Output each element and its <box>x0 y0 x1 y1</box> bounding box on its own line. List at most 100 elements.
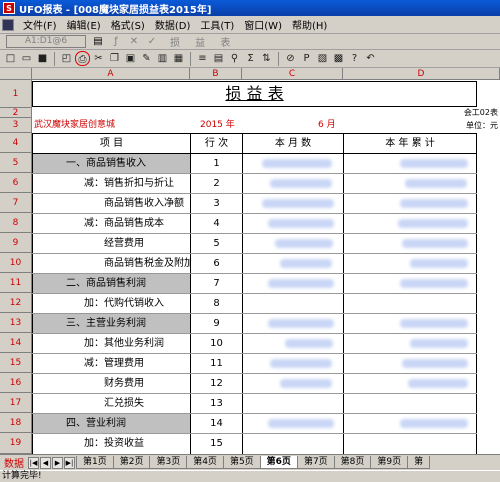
row-header[interactable]: 6 <box>0 173 32 193</box>
item-line[interactable]: 7 <box>191 274 242 293</box>
menu-edit[interactable]: 编辑(E) <box>62 17 106 32</box>
paste-icon[interactable]: ▣ <box>123 51 138 66</box>
report-year[interactable]: 2015 年 <box>200 119 260 132</box>
sort-icon[interactable]: ⇅ <box>259 51 274 66</box>
column-header-b[interactable]: B <box>190 68 242 80</box>
report-month[interactable]: 6 月 <box>318 119 358 132</box>
row-header[interactable]: 1 <box>0 80 32 108</box>
item-line[interactable]: 11 <box>191 354 242 373</box>
sheet-tab[interactable]: 第4页 <box>186 456 224 469</box>
row-header[interactable]: 8 <box>0 213 32 233</box>
confirm-icon[interactable]: ✓ <box>146 36 158 47</box>
sheet-tab[interactable]: 第7页 <box>296 456 335 469</box>
form-number[interactable]: 会工02表 <box>420 108 500 118</box>
copy-icon[interactable]: ❐ <box>107 51 122 66</box>
new-icon[interactable]: □ <box>3 51 18 66</box>
item-label[interactable]: 四、营业利润 <box>66 414 190 433</box>
row-header[interactable]: 12 <box>0 293 32 313</box>
menu-help[interactable]: 帮助(H) <box>287 17 332 32</box>
open-icon[interactable]: ▭ <box>19 51 34 66</box>
item-label[interactable]: 汇兑损失 <box>104 394 190 413</box>
item-label[interactable]: 减：销售折扣与折让 <box>84 174 190 193</box>
row-header[interactable]: 10 <box>0 253 32 273</box>
save-icon[interactable]: ■ <box>35 51 50 66</box>
row-header[interactable]: 14 <box>0 333 32 353</box>
row-header[interactable]: 3 <box>0 118 32 133</box>
item-line[interactable]: 3 <box>191 194 242 213</box>
sheet-tab[interactable]: 第9页 <box>370 456 409 469</box>
sheet-tab[interactable]: 第2页 <box>112 456 151 469</box>
cut-icon[interactable]: ✂ <box>91 51 106 66</box>
row-header[interactable]: 16 <box>0 373 32 393</box>
item-line[interactable]: 14 <box>191 414 242 433</box>
fx-icon[interactable]: ƒ <box>110 36 122 47</box>
cell-reference-box[interactable]: A1:D1@6 <box>6 35 86 48</box>
sheet-tab[interactable]: 第1页 <box>76 456 114 469</box>
last-sheet-button[interactable]: ▶| <box>64 456 75 469</box>
sheet-tab[interactable]: 第8页 <box>333 456 372 469</box>
chart-wizard-icon[interactable]: ▦ <box>171 51 186 66</box>
data-icon[interactable]: ▩ <box>331 51 346 66</box>
item-label[interactable]: 加：其他业务利润 <box>84 334 190 353</box>
company-name[interactable]: 武汉魔块家居创意城 <box>34 119 184 132</box>
menu-window[interactable]: 窗口(W) <box>239 17 287 32</box>
menu-format[interactable]: 格式(S) <box>106 17 150 32</box>
select-all-corner[interactable] <box>0 68 32 80</box>
item-label[interactable]: 减：商品销售成本 <box>84 214 190 233</box>
prev-sheet-button[interactable]: ◀ <box>40 456 51 469</box>
row-header[interactable]: 7 <box>0 193 32 213</box>
row-header[interactable]: 11 <box>0 273 32 293</box>
sheet-tab[interactable]: 第 <box>407 456 431 469</box>
item-label[interactable]: 三、主营业务利润 <box>66 314 190 333</box>
help-icon[interactable]: ? <box>347 51 362 66</box>
item-line[interactable]: 4 <box>191 214 242 233</box>
item-line[interactable]: 1 <box>191 154 242 173</box>
sum-icon[interactable]: Σ <box>243 51 258 66</box>
calculator-icon[interactable]: ▧ <box>315 51 330 66</box>
menu-file[interactable]: 文件(F) <box>18 17 62 32</box>
item-line[interactable]: 9 <box>191 314 242 333</box>
next-sheet-button[interactable]: ▶ <box>52 456 63 469</box>
item-label[interactable]: 一、商品销售收入 <box>66 154 190 173</box>
row-header[interactable]: 9 <box>0 233 32 253</box>
menu-tools[interactable]: 工具(T) <box>195 17 239 32</box>
item-line[interactable]: 2 <box>191 174 242 193</box>
header-ytd-amount[interactable]: 本 年 累 计 <box>344 134 476 153</box>
item-line[interactable]: 8 <box>191 294 242 313</box>
print-preview-icon[interactable]: ◰ <box>59 51 74 66</box>
column-header-a[interactable]: A <box>32 68 190 80</box>
print-icon[interactable]: ⎙ <box>75 51 90 66</box>
row-header[interactable]: 4 <box>0 133 32 153</box>
formula-content[interactable]: 损 益 表 <box>170 34 236 49</box>
document-icon[interactable] <box>2 18 14 31</box>
row-header[interactable]: 13 <box>0 313 32 333</box>
spreadsheet-grid[interactable]: A B C D 1 2 3 4 5 6 7 8 9 10 11 12 13 14… <box>0 68 500 454</box>
cancel-icon[interactable]: ✕ <box>128 36 140 47</box>
sheet-tab-active[interactable]: 第6页 <box>259 456 298 469</box>
item-label[interactable]: 加：投资收益 <box>84 434 190 453</box>
item-line[interactable]: 5 <box>191 234 242 253</box>
grid-icon[interactable]: ▤ <box>211 51 226 66</box>
row-header[interactable]: 18 <box>0 413 32 433</box>
item-line[interactable]: 15 <box>191 434 242 453</box>
column-header-c[interactable]: C <box>242 68 343 80</box>
report-title[interactable]: 损 益 表 <box>33 83 476 105</box>
item-label[interactable]: 经营费用 <box>104 234 190 253</box>
item-line[interactable]: 10 <box>191 334 242 353</box>
row-header[interactable]: 17 <box>0 393 32 413</box>
find-icon[interactable]: ⚲ <box>227 51 242 66</box>
row-header[interactable]: 15 <box>0 353 32 373</box>
item-label[interactable]: 商品销售收入净额 <box>104 194 190 213</box>
first-sheet-button[interactable]: |◀ <box>28 456 39 469</box>
item-line[interactable]: 13 <box>191 394 242 413</box>
row-header[interactable]: 19 <box>0 433 32 454</box>
format-painter-icon[interactable]: ✎ <box>139 51 154 66</box>
header-item[interactable]: 项 目 <box>33 134 190 153</box>
sheet-tab[interactable]: 第3页 <box>149 456 188 469</box>
currency-unit[interactable]: 单位：元 <box>440 119 500 132</box>
folder-icon[interactable]: ▤ <box>92 36 104 47</box>
menu-data[interactable]: 数据(D) <box>150 17 196 32</box>
p-icon[interactable]: P <box>299 51 314 66</box>
item-line[interactable]: 6 <box>191 254 242 273</box>
item-label[interactable]: 二、商品销售利润 <box>66 274 190 293</box>
